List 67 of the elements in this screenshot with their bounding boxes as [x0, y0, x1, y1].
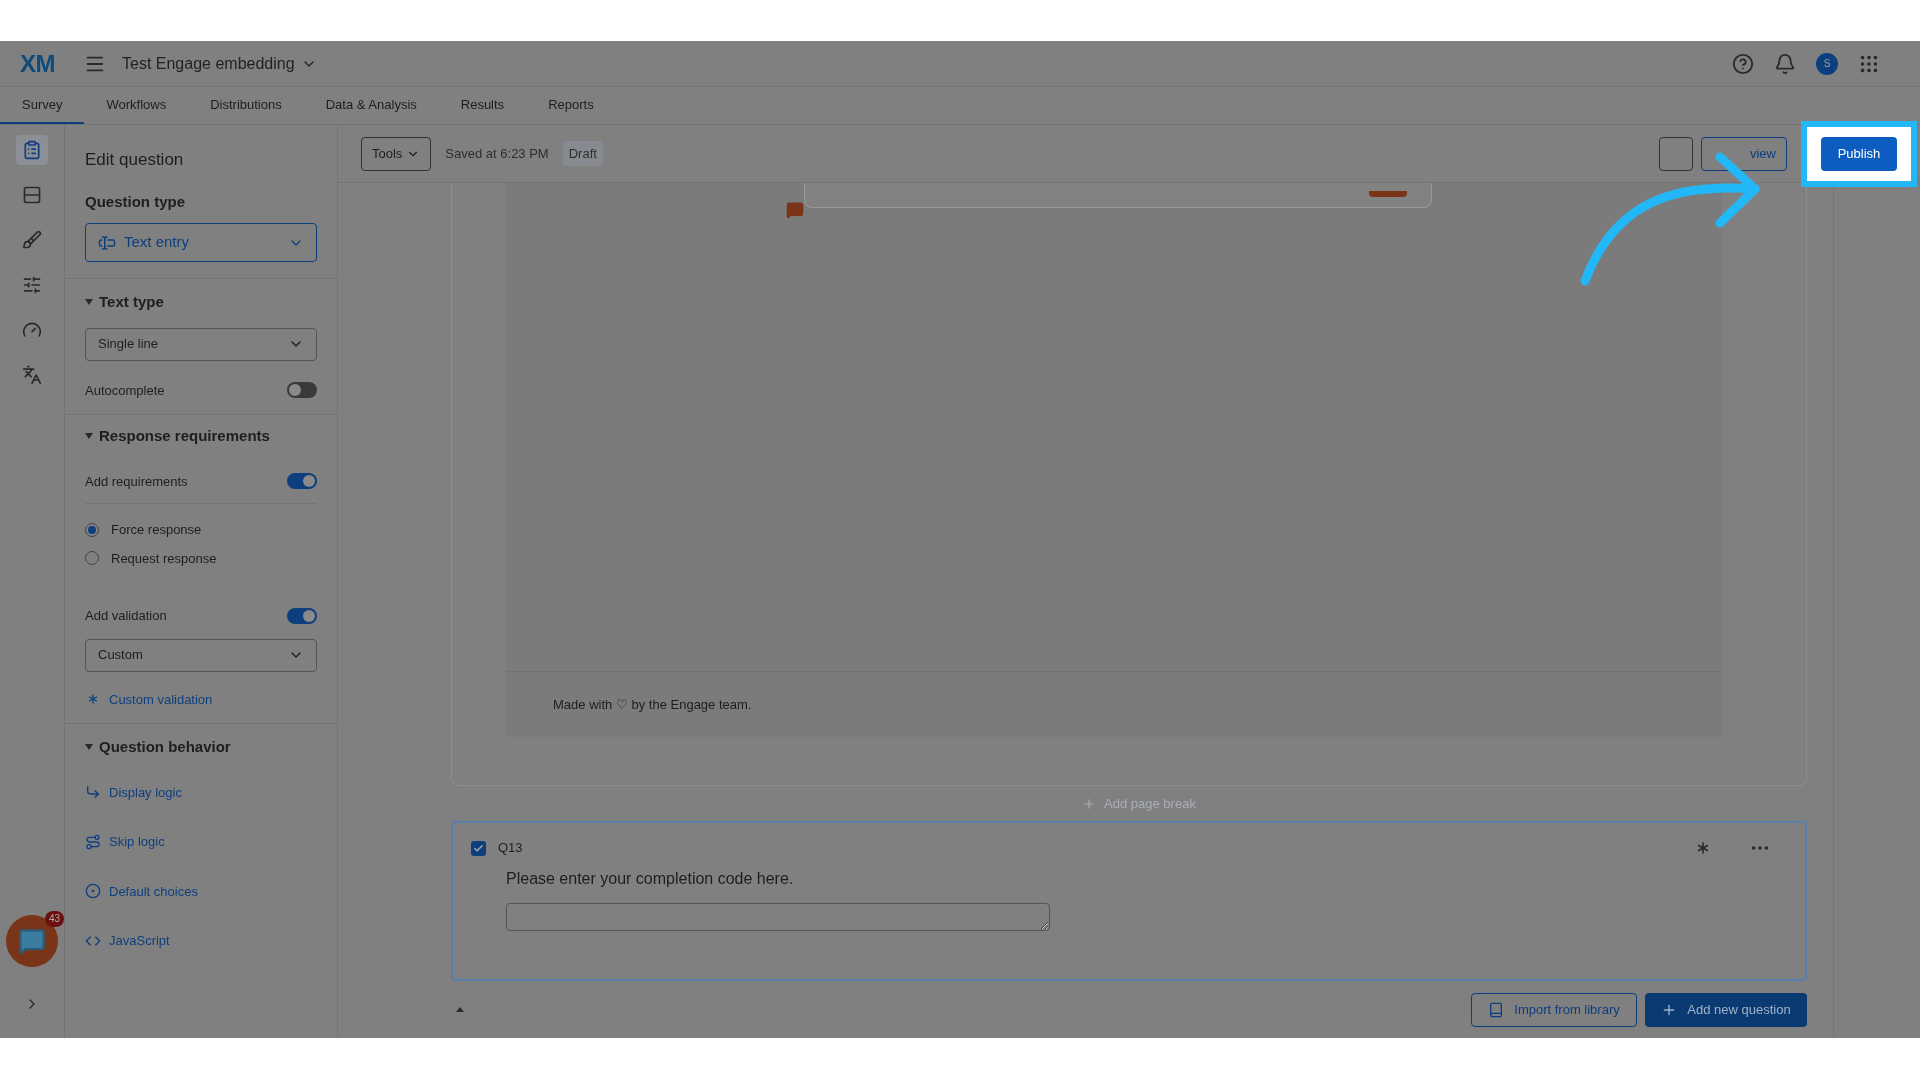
toggle-switch[interactable]: [287, 473, 317, 490]
behavior-link[interactable]: Default choices: [85, 881, 317, 901]
question-type-dropdown[interactable]: Text entry: [85, 223, 317, 262]
caret-icon: [85, 299, 93, 306]
notification-badge: 43: [44, 911, 64, 927]
radio-dot-icon: [85, 883, 101, 900]
logo[interactable]: XM: [20, 45, 68, 82]
rows-icon: [22, 185, 42, 205]
survey-title-dropdown[interactable]: Test Engage embedding: [122, 51, 317, 76]
plus-icon: [1082, 796, 1097, 811]
toggle-switch[interactable]: [287, 607, 317, 624]
text-type-dropdown[interactable]: Single line: [85, 327, 317, 361]
section-heading: Question type: [85, 191, 186, 212]
radio-option[interactable]: Request response: [85, 548, 317, 568]
nav-tab[interactable]: Reports: [526, 87, 616, 124]
toolbar-icon-button[interactable]: [1659, 136, 1693, 171]
nav-tab[interactable]: Results: [438, 87, 527, 124]
rail-button[interactable]: [16, 135, 48, 165]
question-text: Please enter your completion code here.: [506, 869, 795, 889]
section-heading: Question behavior: [99, 737, 231, 757]
toggle-switch[interactable]: [287, 382, 317, 399]
section-heading: Text type: [99, 292, 164, 312]
radio-option[interactable]: Force response: [85, 520, 317, 540]
question-checkbox[interactable]: [471, 840, 486, 856]
question-number: Q13: [498, 839, 523, 858]
save-status: Saved at 6:23 PM: [445, 144, 549, 163]
nav-tab[interactable]: Workflows: [84, 87, 189, 124]
branch-arrow-icon: [85, 784, 101, 801]
footer-text: Made with ♡ by the Engage team.: [553, 695, 752, 714]
sliders-icon: [22, 275, 42, 295]
check-icon: [473, 842, 484, 854]
preview-button[interactable]: view: [1701, 136, 1787, 171]
validation-dropdown[interactable]: Custom: [85, 638, 317, 672]
clipboard-icon: [22, 140, 42, 160]
help-icon[interactable]: [1732, 52, 1754, 75]
text-cursor-icon: [98, 233, 116, 252]
question-card[interactable]: Q13 Please enter your completion code here.: [451, 821, 1807, 981]
add-question-button[interactable]: Add new question: [1645, 992, 1807, 1027]
nav-tab[interactable]: Distributions: [188, 87, 304, 124]
setting-label: Autocomplete: [85, 381, 165, 400]
behavior-link[interactable]: Skip logic: [85, 832, 317, 852]
setting-label: Add validation: [85, 607, 167, 625]
custom-validation-link[interactable]: Custom validation: [85, 689, 317, 709]
behavior-link[interactable]: JavaScript: [85, 931, 317, 951]
translate-icon: [22, 365, 42, 385]
nav-tab[interactable]: Survey: [0, 87, 85, 124]
chat-icon: [18, 927, 46, 955]
behavior-link[interactable]: Display logic: [85, 782, 317, 802]
user-avatar[interactable]: S: [1816, 52, 1838, 75]
gauge-icon: [22, 320, 42, 340]
brush-icon: [22, 230, 42, 250]
route-icon: [85, 833, 101, 850]
bell-icon[interactable]: [1774, 52, 1796, 75]
book-icon: [1488, 1001, 1505, 1018]
collapse-caret-icon[interactable]: [456, 1007, 464, 1012]
chat-launcher[interactable]: [6, 915, 58, 967]
setting-label: Add requirements: [85, 472, 188, 491]
draft-badge: Draft: [562, 140, 603, 167]
nav-tab[interactable]: Data & Analysis: [303, 87, 439, 124]
tools-dropdown[interactable]: Tools: [361, 136, 432, 171]
import-button[interactable]: Import from library: [1471, 992, 1637, 1027]
panel-title: Edit question: [85, 149, 185, 171]
caret-icon: [85, 433, 93, 440]
caret-icon: [85, 744, 93, 751]
section-heading: Response requirements: [99, 426, 270, 446]
chat-icon[interactable]: [786, 201, 804, 219]
publish-button[interactable]: Publish: [1821, 136, 1897, 171]
